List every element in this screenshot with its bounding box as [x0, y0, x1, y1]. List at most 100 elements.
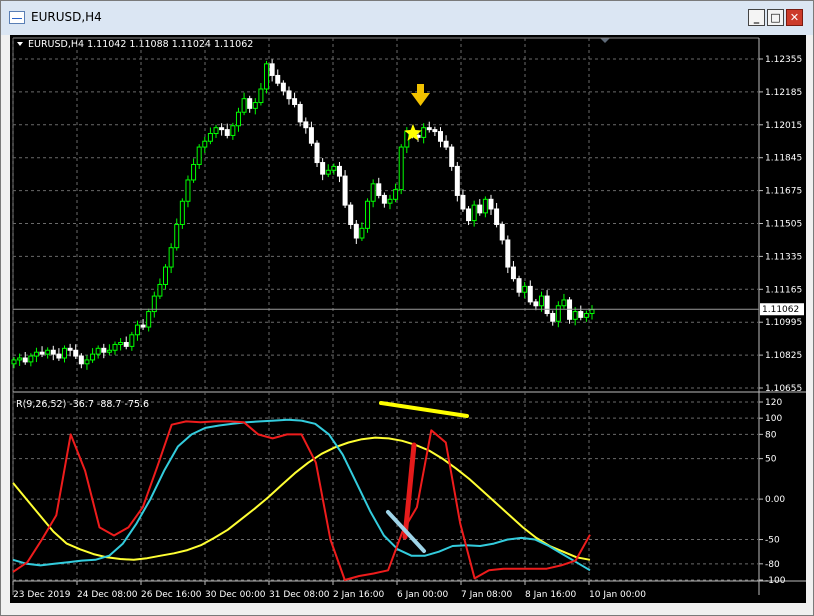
candle	[437, 127, 443, 148]
candle	[460, 189, 466, 212]
time-tick-label: 6 Jan 00:00	[397, 590, 449, 600]
candle-body	[353, 223, 359, 239]
candle-body	[146, 311, 152, 328]
candle-body	[11, 359, 17, 365]
candle	[499, 221, 505, 245]
price-tick-label: 1.11675	[765, 187, 802, 197]
candle	[342, 170, 348, 209]
chart-window-icon	[9, 11, 25, 24]
candle-body	[432, 129, 438, 133]
candle-body	[168, 247, 174, 268]
window-titlebar[interactable]: EURUSD,H4 _ □ ✕	[1, 1, 813, 35]
candle	[241, 92, 247, 116]
candle	[510, 261, 516, 282]
candle	[84, 355, 90, 370]
price-tick-label: 1.11165	[765, 285, 802, 295]
candle-body	[196, 146, 202, 165]
collapse-triangle-icon[interactable]	[17, 42, 23, 46]
candle-body	[224, 129, 230, 136]
candle-body	[62, 347, 68, 359]
close-button[interactable]: ✕	[786, 9, 803, 26]
candle-body	[106, 349, 112, 353]
candle	[118, 338, 124, 351]
maximize-button[interactable]: □	[767, 9, 784, 26]
candle-body	[387, 198, 393, 204]
candle-body	[28, 355, 34, 363]
time-tick-label: 23 Dec 2019	[13, 590, 71, 600]
candle	[365, 198, 371, 233]
candle	[67, 343, 73, 357]
candle-body	[376, 183, 382, 196]
candle	[550, 310, 556, 326]
candle-body	[73, 349, 79, 357]
candle-body	[45, 349, 51, 355]
candle	[179, 198, 185, 229]
candle	[168, 243, 174, 274]
candle-body	[359, 227, 365, 239]
candle	[22, 352, 28, 365]
candle-body	[140, 324, 146, 328]
candle-body	[241, 98, 247, 113]
candle-body	[336, 165, 342, 177]
candle-body	[67, 347, 73, 351]
candle	[466, 206, 472, 226]
mt-chart-window: EURUSD,H4 _ □ ✕ EURUSD,H4 1.11042 1.1108…	[0, 0, 814, 616]
candle-body	[213, 127, 219, 135]
time-axis-labels: 23 Dec 2019 24 Dec 08:00 26 Dec 16:00 30 De…	[12, 581, 646, 600]
candle	[589, 305, 595, 320]
time-tick-label: 2 Jan 16:00	[333, 590, 385, 600]
candle-body	[365, 200, 371, 229]
candle	[516, 275, 522, 297]
candle	[95, 345, 101, 359]
candle	[432, 126, 438, 137]
candle-body	[449, 146, 455, 167]
candle-body	[555, 305, 561, 322]
candle-body	[533, 301, 539, 307]
candle	[151, 291, 157, 318]
candle	[33, 347, 39, 363]
candle	[398, 144, 404, 195]
candle-body	[325, 169, 331, 175]
price-tick-label: 1.10995	[765, 318, 802, 328]
oscillator-tick-label: 80	[765, 430, 777, 440]
candle-body	[280, 82, 286, 92]
candle-body	[219, 127, 225, 131]
candle	[308, 121, 314, 147]
price-tick-label: 1.12355	[765, 55, 802, 65]
candle-body	[17, 357, 23, 361]
price-tick-label: 1.11505	[765, 220, 802, 230]
candle-body	[90, 353, 96, 361]
candle-body	[499, 223, 505, 241]
candle	[252, 98, 258, 115]
candle	[449, 144, 455, 171]
down-arrow-icon[interactable]	[411, 84, 430, 106]
candlestick-series	[11, 59, 595, 370]
candle-body	[460, 194, 466, 210]
oscillator-lines	[12, 418, 591, 581]
candle	[477, 199, 483, 216]
candle	[230, 122, 236, 140]
candle-body	[544, 295, 550, 314]
candle-body	[39, 351, 45, 355]
candle	[471, 200, 477, 227]
price-tick-label: 1.12015	[765, 121, 802, 131]
candle-body	[292, 98, 298, 105]
candle	[106, 344, 112, 356]
candle	[123, 336, 129, 350]
chart-shift-marker-icon[interactable]	[600, 38, 610, 43]
candle	[544, 290, 550, 317]
candle-body	[157, 283, 163, 297]
oscillator-tick-label: -100	[765, 576, 786, 586]
candle-body	[101, 347, 107, 353]
candle	[90, 348, 96, 363]
window-title: EURUSD,H4	[31, 10, 102, 24]
chart-svg[interactable]: EURUSD,H4 1.11042 1.11088 1.11024 1.1106…	[10, 35, 806, 603]
candle-body	[308, 127, 314, 144]
candle-body	[466, 208, 472, 222]
oscillator-tick-label: -80	[765, 560, 780, 570]
time-tick-label: 7 Jan 08:00	[461, 590, 513, 600]
yellow-trendline[interactable]	[379, 401, 469, 418]
chart-canvas[interactable]: EURUSD,H4 1.11042 1.11088 1.11024 1.1106…	[10, 35, 806, 603]
candle	[381, 192, 387, 208]
minimize-button[interactable]: _	[748, 9, 765, 26]
